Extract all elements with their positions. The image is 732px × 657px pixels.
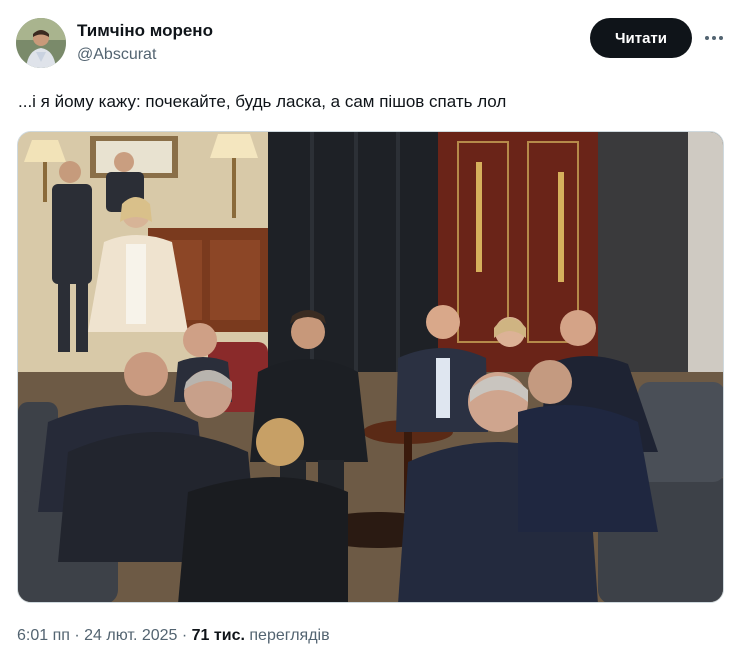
follow-button[interactable]: Читати — [590, 18, 692, 58]
meta-separator-2: · — [181, 627, 188, 644]
more-horizontal-icon[interactable] — [700, 26, 728, 50]
tweet-timestamp[interactable]: 6:01 пп · 24 лют. 2025 — [17, 627, 177, 644]
tweet-time: 6:01 пп — [17, 627, 70, 644]
avatar[interactable] — [16, 18, 66, 68]
avatar-image — [16, 18, 66, 68]
tweet-date: 24 лют. 2025 — [84, 627, 178, 644]
tweet-text: ...і я йому кажу: почекайте, будь ласка,… — [18, 92, 507, 111]
views-count: 71 тис. — [191, 627, 245, 644]
views-label: переглядів — [249, 627, 330, 644]
author-name[interactable]: Тимчіно морено — [77, 21, 213, 41]
tweet-meta: 6:01 пп · 24 лют. 2025 · 71 тис. перегля… — [17, 627, 330, 645]
photo-scene — [18, 132, 723, 602]
meta-separator: · — [74, 627, 80, 644]
tweet-photo[interactable] — [17, 131, 724, 603]
author-handle[interactable]: @Abscurat — [77, 46, 156, 64]
